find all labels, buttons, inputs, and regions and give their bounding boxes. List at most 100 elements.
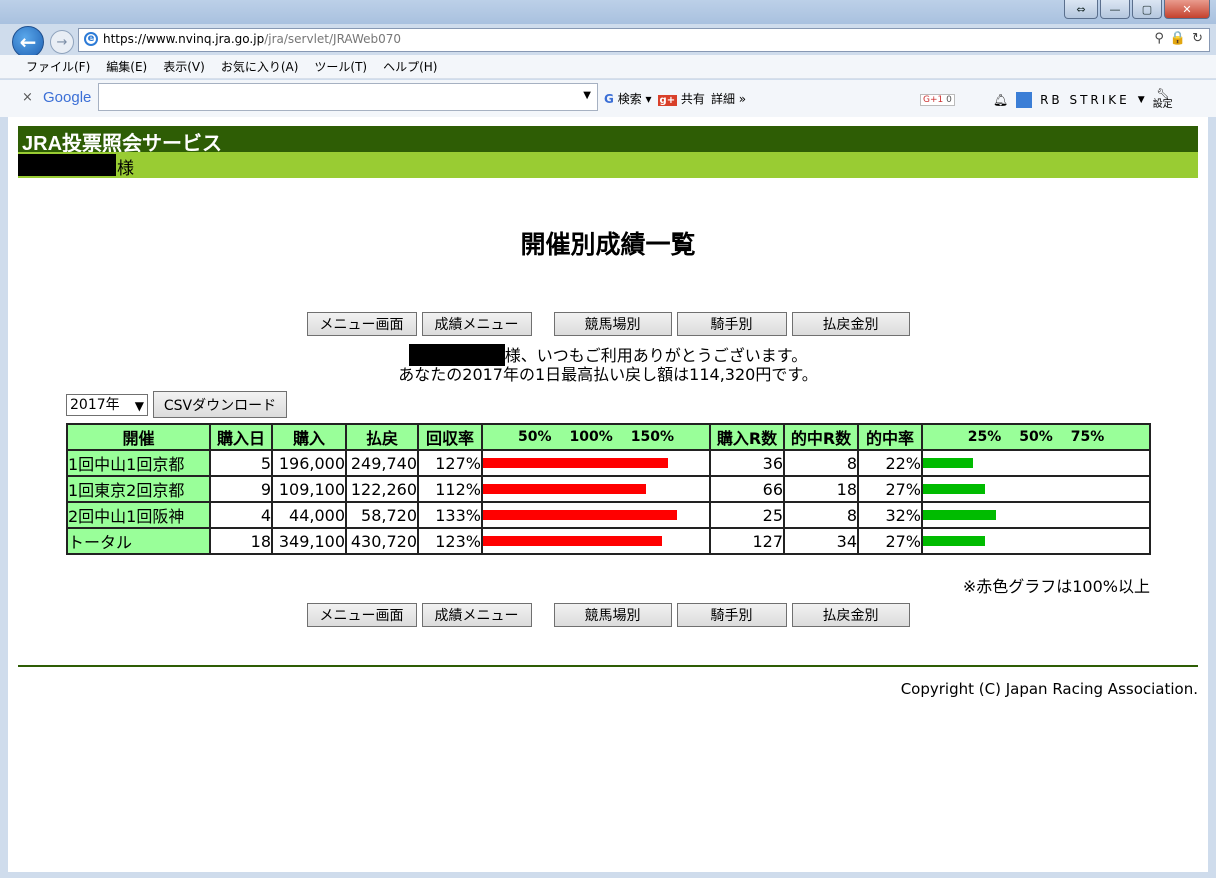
restore-icon[interactable]: ⇔	[1064, 0, 1098, 19]
by-racecourse-button[interactable]: 競馬場別	[553, 603, 672, 627]
meeting-cell: 1回東京2回京都	[66, 475, 211, 503]
races-cell: 36	[709, 449, 785, 477]
hit-rate-bar	[923, 536, 985, 546]
col-recovery-rate: 回収率	[417, 423, 483, 451]
share-label: 共有	[680, 92, 705, 106]
menu-help[interactable]: ヘルプ(H)	[383, 58, 437, 75]
buy-cell: 196,000	[271, 449, 347, 477]
window-border-bottom	[0, 872, 1216, 878]
results-table: 開催 購入日 購入 払戻 回収率 50% 100% 150% 購入R数 的中R数…	[66, 423, 1151, 555]
google-tools: G 検索 ▾ g+ 共有 詳細 »	[604, 90, 746, 107]
scale-label: 100%	[569, 429, 613, 445]
toolbar-close-icon[interactable]: ×	[22, 90, 33, 105]
copyright: Copyright (C) Japan Racing Association.	[900, 680, 1198, 698]
minimize-button[interactable]: —	[1100, 0, 1130, 19]
page-title: 開催別成績一覧	[520, 230, 696, 259]
recovery-scale: 50% 100% 150%	[483, 429, 709, 445]
google-search-input[interactable]: ▼	[98, 83, 598, 111]
nav-buttons-bottom: メニュー画面 成績メニュー 競馬場別 騎手別 払戻金別	[8, 603, 1208, 627]
url-path: /jra/servlet/JRAWeb070	[264, 32, 402, 46]
lock-icon[interactable]: 🔒	[1170, 31, 1186, 46]
chevron-down-icon[interactable]: ▼	[583, 90, 591, 101]
payout-cell: 122,260	[345, 475, 419, 503]
col-payout: 払戻	[345, 423, 419, 451]
window-border-right	[1208, 117, 1216, 878]
payout-cell: 58,720	[345, 501, 419, 529]
buy-cell: 44,000	[271, 501, 347, 529]
payout-cell: 430,720	[345, 527, 419, 555]
site-header: JRA投票照会サービス	[18, 126, 1198, 155]
scale-label: 75%	[1070, 429, 1105, 445]
menu-edit[interactable]: 編集(E)	[106, 58, 147, 75]
col-buy: 購入	[271, 423, 347, 451]
days-cell: 18	[209, 527, 273, 555]
forward-button[interactable]: →	[50, 30, 74, 54]
menu-favorites[interactable]: お気に入り(A)	[221, 58, 299, 75]
chevron-down-icon[interactable]: ▼	[1138, 95, 1145, 105]
recovery-bar	[483, 536, 662, 546]
hits-cell: 18	[783, 475, 859, 503]
days-cell: 4	[209, 501, 273, 529]
user-honorific: 様	[117, 159, 134, 179]
recovery-rate-cell: 127%	[417, 449, 483, 477]
search-button[interactable]: G 検索 ▾	[604, 90, 652, 107]
window-border-left	[0, 117, 8, 878]
recovery-bar	[483, 510, 677, 520]
hit-bar-cell	[921, 501, 1151, 529]
hits-cell: 8	[783, 449, 859, 477]
avatar[interactable]	[1016, 92, 1033, 108]
csv-download-button[interactable]: CSVダウンロード	[153, 391, 287, 418]
year-select[interactable]: 2017年 ▼	[66, 394, 148, 416]
nav-buttons-top: メニュー画面 成績メニュー 競馬場別 騎手別 払戻金別	[8, 312, 1208, 336]
recovery-rate-cell: 133%	[417, 501, 483, 529]
details-button[interactable]: 詳細 »	[711, 90, 746, 107]
greeting-line-2: あなたの2017年の1日最高払い戻し額は114,320円です。	[398, 365, 818, 384]
bell-icon[interactable]: 🔔︎	[993, 93, 1008, 107]
col-meeting: 開催	[66, 423, 211, 451]
g1-label: G+1	[923, 95, 944, 105]
url-text[interactable]: https://www.nvinq.jra.go.jp/jra/servlet/…	[103, 32, 401, 46]
navigation-bar: ← → e https://www.nvinq.jra.go.jp/jra/se…	[0, 24, 1216, 58]
menu-file[interactable]: ファイル(F)	[26, 58, 90, 75]
scale-label: 50%	[1019, 429, 1053, 445]
hit-rate-bar	[923, 484, 985, 494]
g1-button[interactable]: G+1 0	[920, 94, 955, 106]
g1-count: 0	[946, 95, 952, 105]
results-menu-button[interactable]: 成績メニュー	[421, 312, 532, 336]
divider	[18, 665, 1198, 667]
hit-rate-cell: 27%	[857, 475, 923, 503]
refresh-icon[interactable]: ↻	[1192, 31, 1203, 46]
menu-view[interactable]: 表示(V)	[163, 58, 205, 75]
recovery-bar-cell	[481, 527, 711, 555]
recovery-bar-cell	[481, 449, 711, 477]
buy-cell: 349,100	[271, 527, 347, 555]
meeting-cell: トータル	[66, 527, 211, 555]
window-controls: ⇔ — ▢ ✕	[1064, 0, 1210, 19]
maximize-button[interactable]: ▢	[1132, 0, 1162, 19]
wrench-icon[interactable]: 🔧︎ 設定	[1153, 90, 1173, 110]
by-payout-button[interactable]: 払戻金別	[791, 603, 910, 627]
close-button[interactable]: ✕	[1164, 0, 1210, 19]
redacted-username	[18, 154, 116, 176]
menu-tools[interactable]: ツール(T)	[314, 58, 367, 75]
col-races: 購入R数	[709, 423, 785, 451]
table-row: トータル 18 349,100 430,720 123% 127 34 27%	[66, 527, 1151, 555]
back-button[interactable]: ←	[12, 26, 44, 58]
by-payout-button[interactable]: 払戻金別	[791, 312, 910, 336]
table-row: 1回東京2回京都 9 109,100 122,260 112% 66 18 27%	[66, 475, 1151, 503]
search-icon[interactable]: ⚲	[1154, 31, 1164, 46]
greeting: 様、いつもご利用ありがとうございます。 あなたの2017年の1日最高払い戻し額は…	[8, 344, 1208, 384]
by-racecourse-button[interactable]: 競馬場別	[553, 312, 672, 336]
address-bar[interactable]: e https://www.nvinq.jra.go.jp/jra/servle…	[78, 28, 1210, 52]
share-button[interactable]: g+ 共有	[657, 90, 705, 107]
menu-bar: ファイル(F) 編集(E) 表示(V) お気に入り(A) ツール(T) ヘルプ(…	[0, 55, 1216, 79]
graph-note: ※赤色グラフは100%以上	[962, 577, 1150, 596]
results-menu-button[interactable]: 成績メニュー	[421, 603, 532, 627]
ie-icon: e	[84, 32, 98, 46]
account-name[interactable]: RB STRIKE	[1040, 93, 1130, 107]
by-jockey-button[interactable]: 騎手別	[676, 312, 787, 336]
by-jockey-button[interactable]: 騎手別	[676, 603, 787, 627]
menu-screen-button[interactable]: メニュー画面	[306, 312, 417, 336]
menu-screen-button[interactable]: メニュー画面	[306, 603, 417, 627]
greeting-text-1: 様、いつもご利用ありがとうございます。	[504, 346, 808, 365]
